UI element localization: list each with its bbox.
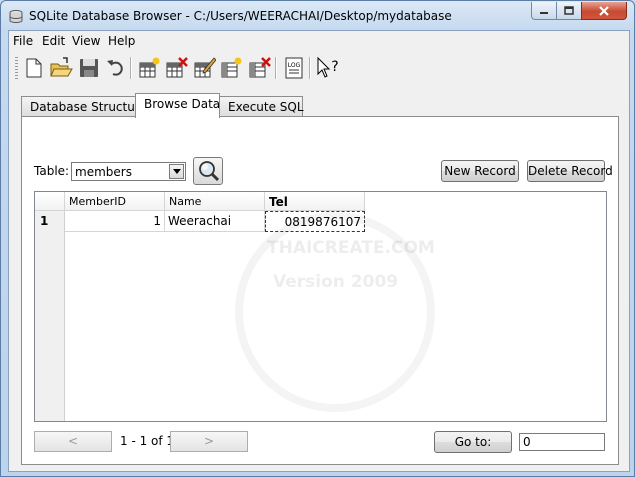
save-icon (80, 59, 98, 77)
column-header-memberid[interactable]: MemberID (65, 192, 165, 211)
tab-label: Database Structure (30, 100, 147, 114)
log-icon: LOG (285, 57, 303, 79)
data-grid[interactable]: THAICREATE.COM Version 2009 MemberID Nam… (34, 191, 607, 422)
modify-table-icon (194, 57, 217, 78)
tab-label: Browse Data (144, 97, 221, 111)
app-window: SQLite Database Browser - C:/Users/WEERA… (0, 0, 635, 477)
minimize-icon (540, 11, 548, 14)
whats-this-button[interactable]: ? (315, 56, 339, 80)
dropdown-arrow[interactable] (169, 164, 184, 179)
goto-button[interactable]: Go to: (434, 431, 512, 453)
delete-index-icon (249, 57, 271, 78)
delete-record-button[interactable]: Delete Record (527, 160, 613, 182)
log-button[interactable]: LOG (282, 56, 306, 80)
cell-memberid[interactable]: 1 (65, 211, 165, 232)
browse-data-panel: Table: members New Record Delete Record … (21, 116, 619, 465)
watermark-text: THAICREATE.COM (267, 238, 435, 258)
create-table-button[interactable] (137, 56, 161, 80)
open-database-icon (50, 57, 73, 77)
toolbar-separator (309, 57, 311, 79)
toolbar-separator (275, 57, 277, 79)
menu-view[interactable]: View (72, 34, 100, 48)
next-page-button[interactable]: > (170, 431, 248, 452)
close-icon (599, 5, 609, 16)
delete-table-button[interactable] (164, 56, 188, 80)
menu-help[interactable]: Help (108, 34, 135, 48)
create-table-icon (139, 57, 160, 78)
minimize-button[interactable] (531, 2, 557, 20)
tab-database-structure[interactable]: Database Structure (21, 96, 147, 117)
create-index-button[interactable] (219, 56, 243, 80)
window-title: SQLite Database Browser - C:/Users/WEERA… (29, 9, 452, 23)
maximize-icon (564, 5, 574, 15)
new-database-button[interactable] (22, 56, 46, 80)
maximize-button[interactable] (556, 2, 582, 20)
tab-browse-data[interactable]: Browse Data (135, 93, 220, 118)
save-button[interactable] (77, 56, 101, 80)
grid-corner[interactable] (35, 192, 65, 211)
client-area: File Edit View Help LOG ? Database Struc… (8, 30, 630, 472)
column-header-tel[interactable]: Tel (265, 192, 365, 211)
previous-page-button[interactable]: < (34, 431, 112, 452)
table-select[interactable]: members (71, 162, 186, 181)
chevron-down-icon (172, 169, 181, 174)
column-header-name[interactable]: Name (165, 192, 265, 211)
cell-name[interactable]: Weerachai (165, 211, 265, 232)
open-database-button[interactable] (49, 56, 73, 80)
whats-this-icon: ? (317, 56, 339, 78)
search-button[interactable] (193, 157, 223, 185)
search-icon (199, 161, 220, 182)
cell-tel[interactable]: 0819876107 (265, 211, 365, 232)
undo-button[interactable] (104, 56, 128, 80)
table-label: Table: (34, 164, 70, 178)
close-button[interactable] (581, 2, 627, 20)
svg-text:LOG: LOG (288, 62, 301, 69)
menu-edit[interactable]: Edit (42, 34, 65, 48)
record-range: 1 - 1 of 1 (120, 434, 175, 448)
toolbar-grip[interactable] (15, 57, 18, 79)
title-bar[interactable]: SQLite Database Browser - C:/Users/WEERA… (1, 1, 634, 31)
modify-table-button[interactable] (192, 56, 217, 80)
new-database-icon (26, 58, 42, 78)
delete-index-button[interactable] (247, 56, 271, 80)
undo-icon (107, 60, 123, 76)
tab-label: Execute SQL (228, 100, 304, 114)
tab-execute-sql[interactable]: Execute SQL (219, 96, 304, 117)
new-record-button[interactable]: New Record (441, 160, 519, 182)
toolbar: LOG ? (9, 52, 629, 84)
menu-bar: File Edit View Help (9, 31, 629, 51)
toolbar-separator (130, 57, 132, 79)
database-icon (9, 10, 23, 23)
table-select-value: members (75, 165, 132, 179)
goto-input[interactable]: 0 (519, 433, 605, 451)
create-index-icon (221, 57, 242, 78)
svg-text:?: ? (331, 59, 338, 75)
row-header[interactable]: 1 (35, 211, 64, 232)
menu-file[interactable]: File (13, 34, 33, 48)
watermark-version: Version 2009 (273, 272, 399, 292)
delete-table-icon (166, 57, 188, 78)
tab-bar: Database Structure Browse Data Execute S… (21, 93, 619, 118)
